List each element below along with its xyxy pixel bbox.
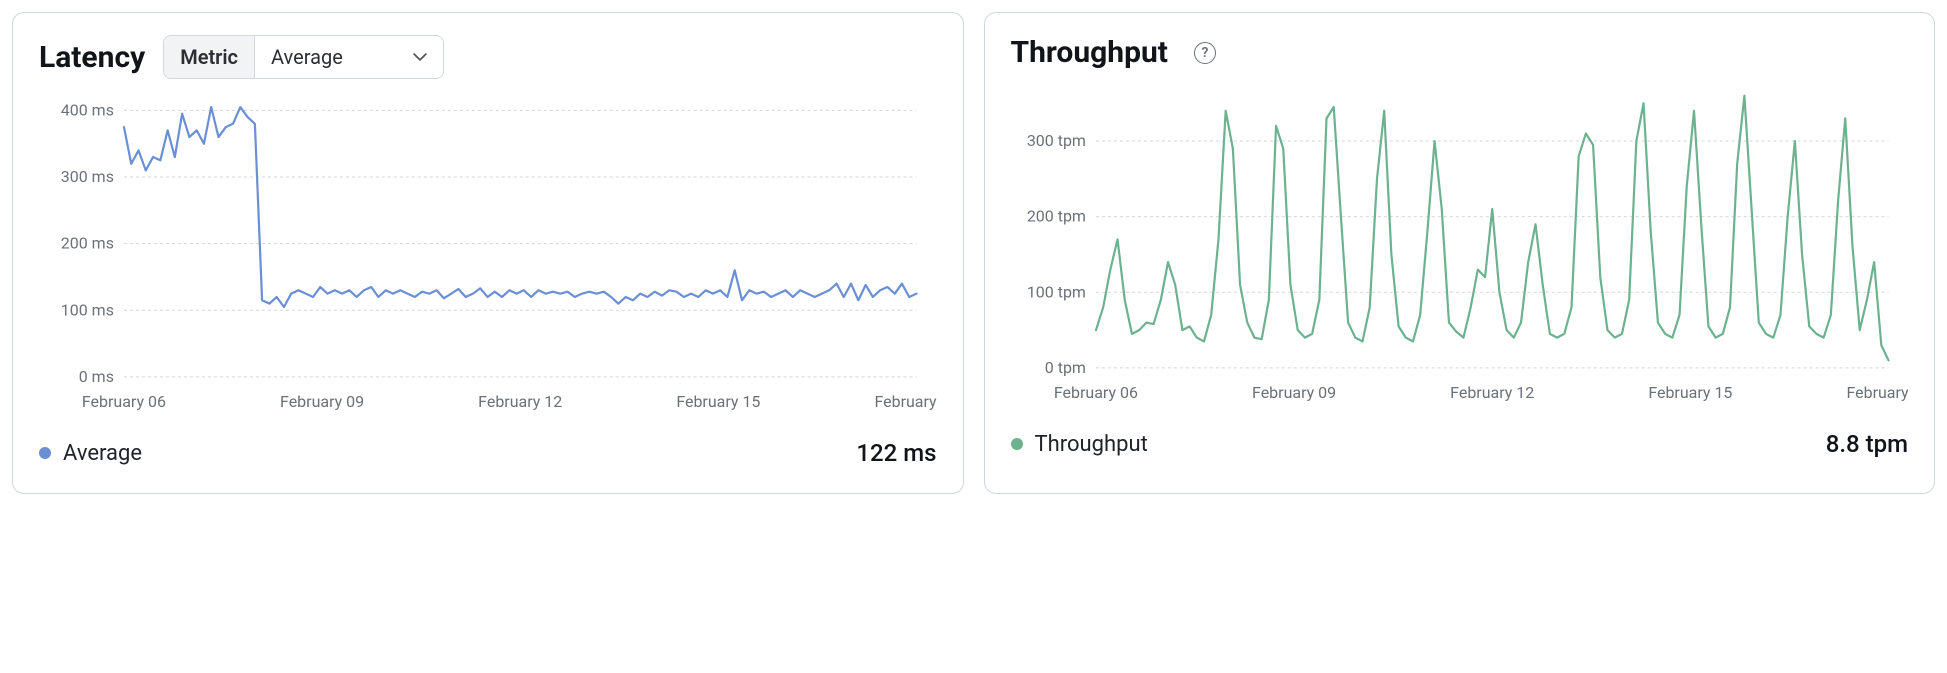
svg-text:200 ms: 200 ms — [61, 234, 114, 253]
svg-text:February 15: February 15 — [1648, 383, 1732, 402]
latency-title: Latency — [39, 40, 145, 75]
svg-text:0 ms: 0 ms — [79, 367, 114, 386]
svg-text:100 ms: 100 ms — [61, 300, 114, 319]
metric-selector-value-text: Average — [271, 45, 343, 69]
svg-text:February 12: February 12 — [478, 392, 562, 411]
svg-text:February 18: February 18 — [874, 392, 936, 411]
latency-footer: Average 122 ms — [39, 417, 937, 467]
throughput-legend: Throughput — [1011, 432, 1148, 457]
svg-text:300 ms: 300 ms — [61, 167, 114, 186]
svg-text:200 tpm: 200 tpm — [1026, 207, 1085, 226]
latency-legend-label: Average — [63, 441, 142, 466]
latency-legend: Average — [39, 441, 142, 466]
throughput-footer: Throughput 8.8 tpm — [1011, 408, 1909, 458]
svg-text:0 tpm: 0 tpm — [1044, 358, 1085, 377]
svg-text:February 06: February 06 — [1053, 383, 1137, 402]
throughput-summary-value: 8.8 tpm — [1826, 430, 1908, 458]
svg-text:February 12: February 12 — [1450, 383, 1534, 402]
throughput-title: Throughput — [1011, 35, 1168, 70]
throughput-card: Throughput ? 0 tpm 100 tpm 200 tpm 300 tpm F… — [984, 12, 1936, 494]
help-icon[interactable]: ? — [1194, 42, 1216, 64]
svg-text:February 15: February 15 — [676, 392, 760, 411]
latency-header: Latency Metric Average — [39, 35, 937, 79]
legend-dot-icon — [39, 447, 51, 459]
latency-chart-svg: 0 ms 100 ms 200 ms 300 ms 400 ms February 06 F… — [39, 87, 937, 417]
svg-text:February 18: February 18 — [1846, 383, 1908, 402]
throughput-chart-svg: 0 tpm 100 tpm 200 tpm 300 tpm February 06 Feb… — [1011, 78, 1909, 408]
latency-chart: 0 ms 100 ms 200 ms 300 ms 400 ms February 06 F… — [39, 87, 937, 417]
metric-selector-value[interactable]: Average — [255, 36, 443, 78]
dashboard-row: Latency Metric Average 0 ms 100 ms 200 ms 3… — [0, 0, 1947, 506]
latency-card: Latency Metric Average 0 ms 100 ms 200 ms 3… — [12, 12, 964, 494]
throughput-header: Throughput ? — [1011, 35, 1909, 70]
svg-text:400 ms: 400 ms — [61, 100, 114, 119]
svg-text:February 06: February 06 — [82, 392, 166, 411]
legend-dot-icon — [1011, 438, 1023, 450]
svg-text:100 tpm: 100 tpm — [1026, 282, 1085, 301]
throughput-legend-label: Throughput — [1035, 432, 1148, 457]
svg-text:February 09: February 09 — [1252, 383, 1336, 402]
svg-text:February 09: February 09 — [280, 392, 364, 411]
metric-selector[interactable]: Metric Average — [163, 35, 444, 79]
svg-text:300 tpm: 300 tpm — [1026, 131, 1085, 150]
throughput-chart: 0 tpm 100 tpm 200 tpm 300 tpm February 06 Feb… — [1011, 78, 1909, 408]
metric-selector-label: Metric — [164, 36, 255, 78]
latency-summary-value: 122 ms — [856, 439, 936, 467]
chevron-down-icon — [413, 50, 427, 64]
